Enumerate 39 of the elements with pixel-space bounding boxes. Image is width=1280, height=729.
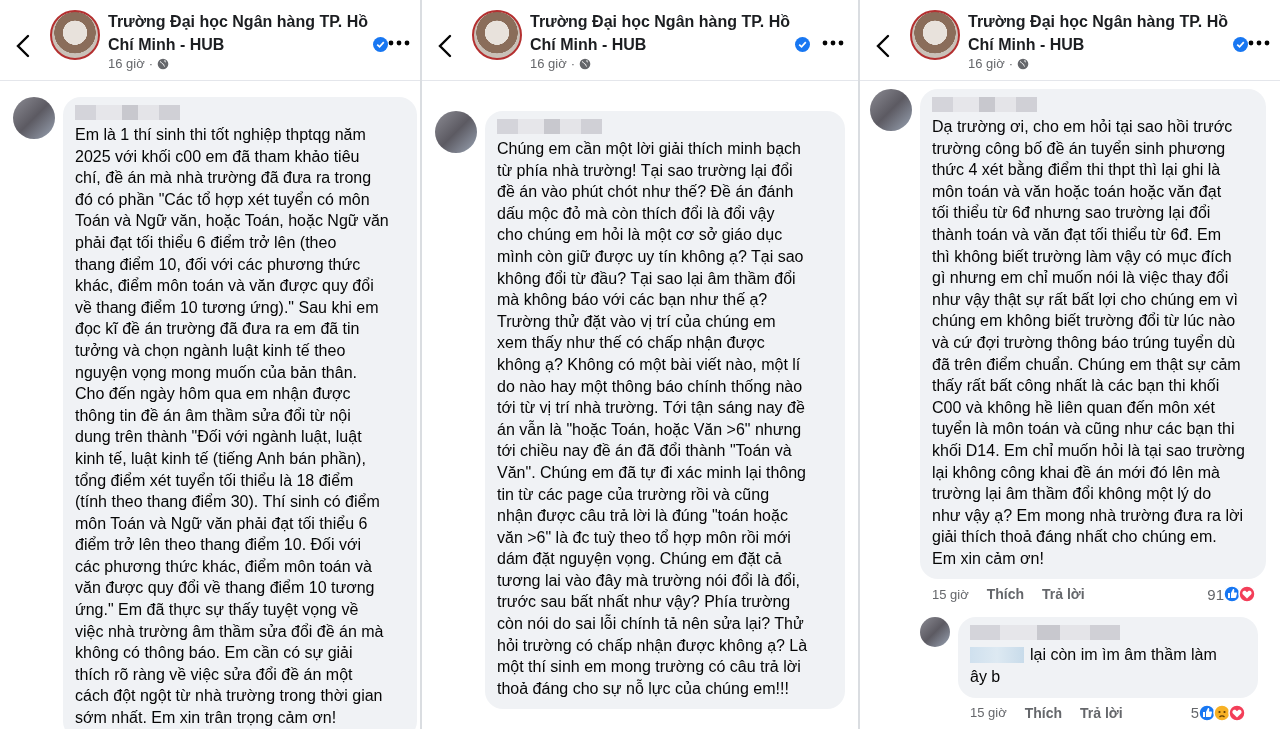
- like-button[interactable]: Thích: [986, 586, 1025, 603]
- reply-button[interactable]: Trả lời: [1042, 586, 1085, 603]
- reaction-count: 91: [1207, 585, 1224, 603]
- like-button[interactable]: Thích: [1024, 704, 1063, 721]
- comment-text: Dạ trường ơi, cho em hỏi tại sao hồi trước trường công bố đề án tuyển sinh phương thức 4 xét bằng điểm thi thpt thì lại ghi là môn toán và văn hoặc toán hoặc văn đạt tối thiểu từ 6đ nhưng sao trường lại đổi thành toán và văn đạt tối thiểu từ 6đ. Em thì không biết trường làm vậy có mục đích gì nhưng em chỉ muốn nói là việc thay đổi như vậy thật sự rất bất lợi cho chúng em vì chúng em không biết trường đổi từ lúc nào và cứ đợi trường thông báo trúng tuyển dù đã trên điểm chuẩn. Chúng em thật sự cảm thấy rất bất công nhất là các bạn thi khối C00 và không hề liên quan đến môn xét tuyển là môn toán và cũng như các bạn thi khối D14. Em chỉ muốn hỏi là tại sao trường lại không công khai đề án mới đó lên mà trường lại âm thầm đổi không một lý do như vậy ạ? Em mong nhà trường đưa ra lời giải thích thoả đáng nhất cho chúng em. Em xin cảm ơn!: [932, 117, 1246, 569]
- avatar[interactable]: [870, 89, 912, 131]
- comment-text: Em là 1 thí sinh thi tốt nghiệp thptqg năm 2025 với khối c00 em đã tham khảo tiêu chí, đề án mà nhà trường đã đưa ra trong đó có phần "Các tổ hợp xét tuyển có môn Toán và Ngữ văn, hoặc Toán, hoặc Ngữ văn phải đạt tối thiểu 6 điểm trở lên (theo thang điểm 10, đối với các phương thức khác, điểm môn toán và văn được quy đổi về thang điểm 10 tương ứng)." Sau khi em đọc kĩ đề án trường đã đưa ra em đã tin tưởng và chọn ngành luật kinh tế theo nguyện vọng mong muốn của bản thân. Cho đến ngày hôm qua em nhận được thông tin đề án âm thầm sửa đổi từ nội dung trên thành "Đối với ngành luật, luật kinh tế, luật kinh tế (tiếng Anh bán phần), tổng điểm xét tuyển tối thiểu là 18 điểm (tính theo thang điểm 30). Thí sinh có điểm môn Toán và Ngữ văn phải đạt tối thiểu 6 điểm trở lên theo thang điểm 10. Đối với các phương thức khác, điểm môn toán và văn được quy đổi về thang điểm 10 tương ứng." Em đã thực sự thấy tuyệt vọng về việc nhà trường âm thầm sửa đổi đề án mà không có thông báo. Em cần có sự giải thích rõ ràng về việc sửa đổi đề án một cách đột ngột từ nhà trường trong thời gian sớm nhất. Em xin trân trọng cảm ơn!: [75, 125, 390, 729]
- reply-button[interactable]: Trả lời: [1080, 704, 1123, 721]
- comment-time: 15 giờ: [970, 705, 1007, 721]
- more-options-icon[interactable]: [822, 40, 844, 46]
- post-time: 16 giờ: [968, 56, 1005, 71]
- more-options-icon[interactable]: [1248, 40, 1270, 46]
- page-avatar[interactable]: [472, 10, 522, 60]
- globe-icon: [1017, 57, 1030, 70]
- blurred-mention: [970, 647, 1024, 664]
- globe-icon: [157, 57, 170, 70]
- avatar[interactable]: [435, 111, 477, 153]
- post-time: 16 giờ: [108, 56, 145, 71]
- reaction-count: 5: [1190, 704, 1199, 722]
- avatar[interactable]: [13, 97, 55, 139]
- separator-dot: ·: [570, 56, 576, 71]
- page-name[interactable]: Trường Đại học Ngân hàng TP. Hồ Chí Minh - HUB: [108, 10, 368, 56]
- avatar[interactable]: [920, 617, 950, 648]
- page-name[interactable]: Trường Đại học Ngân hàng TP. Hồ Chí Minh - HUB: [530, 10, 790, 56]
- reply-text: ây b: [970, 667, 1002, 688]
- comment-time: 15 giờ: [932, 586, 969, 602]
- separator-dot: ·: [1008, 56, 1014, 71]
- back-icon[interactable]: [16, 34, 30, 58]
- page-name[interactable]: Trường Đại học Ngân hàng TP. Hồ Chí Minh - HUB: [968, 10, 1228, 56]
- page-avatar[interactable]: [50, 10, 100, 60]
- page-avatar[interactable]: [910, 10, 960, 60]
- separator-dot: ·: [148, 56, 154, 71]
- comment-text: Chúng em cần một lời giải thích minh bạch từ phía nhà trường! Tại sao trường lại đổi đề án vào phút chót như thế? Đề án đánh dấu mộc đỏ mà còn thích đổi là đổi vậy cho chúng em hỏi là một cơ sở giáo dục mình còn giữ được uy tín không ạ? Tại sao không đổi từ đầu? Tại sao lại âm thầm đổi mà không báo với các bạn như thế ạ? Trường thử đặt vào vị trí của chúng em xem thấy như thế có chấp nhận được không ạ? Không có một bài viết nào, một lí do nào hay một thông báo chính thống nào tới từ vị trí nhà trường. Tới tận sáng nay đề án vẫn là "hoặc Toán, hoặc Văn >6" nhưng tới chiều nay đề án đã đổi thành "Toán và Văn". Chúng em đã tự đi xác minh lại thông tin từ các page của trường rồi và cũng nhận được câu trả lời là đúng "toán hoặc văn >6" là đc tuỳ theo tổ hợp môn rồi mới dám đặt nguyện vọng. Chúng em đặt cả tương lai vào đây mà trường nói đổi là đổi, trước sau bất nhất như vậy? Phía trường còn nói do sai lỗi chính tả nên sửa lại? Thử hỏi trường có chấp nhận được không ạ? Là một thí sinh em mong trường có câu trả lời thoả đáng cho sự nỗ lực của chúng em!!!: [497, 139, 809, 699]
- back-icon[interactable]: [438, 34, 452, 58]
- reply-text: lại còn im ìm âm thầm làm: [1030, 645, 1217, 666]
- back-icon[interactable]: [876, 34, 890, 58]
- more-options-icon[interactable]: [388, 40, 410, 46]
- post-time: 16 giờ: [530, 56, 567, 71]
- globe-icon: [579, 57, 592, 70]
